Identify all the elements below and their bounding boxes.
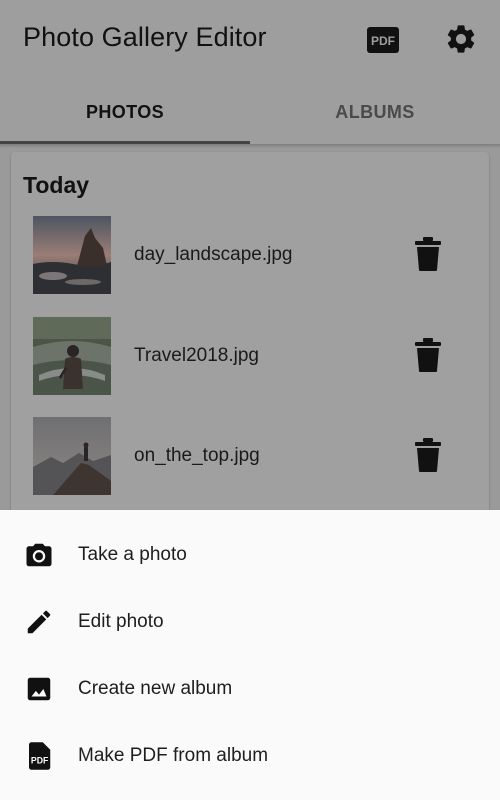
list-item[interactable]: on_the_top.jpg <box>11 417 489 497</box>
svg-text:PDF: PDF <box>31 756 49 766</box>
bottom-sheet: Take a photo Edit photo Create new album… <box>0 510 500 800</box>
image-album-icon <box>27 677 51 701</box>
settings-button[interactable] <box>444 22 478 56</box>
delete-button[interactable] <box>413 236 443 272</box>
sheet-item-label: Edit photo <box>78 611 164 632</box>
file-name: Travel2018.jpg <box>134 345 259 366</box>
app-title: Photo Gallery Editor <box>23 22 267 52</box>
svg-text:PDF: PDF <box>371 34 395 48</box>
section-title: Today <box>23 172 90 198</box>
photo-thumbnail <box>33 317 111 395</box>
photo-thumbnail <box>33 216 111 294</box>
tab-photos-label: PHOTOS <box>85 101 165 122</box>
tab-bar: PHOTOS ALBUMS <box>0 80 500 144</box>
tab-bar-shadow <box>0 144 500 148</box>
photo-list-card: Today day_landscape.jpg Travel2018.jpg o… <box>11 152 489 552</box>
trash-icon <box>415 338 441 372</box>
app-bar: Photo Gallery Editor PDF <box>0 0 500 80</box>
sheet-item-label: Make PDF from album <box>78 745 269 766</box>
pdf-action-button[interactable]: PDF <box>366 25 400 55</box>
delete-button[interactable] <box>413 437 443 473</box>
pdf-icon: PDF <box>367 27 399 53</box>
list-item[interactable]: Travel2018.jpg <box>11 317 489 397</box>
tab-albums[interactable]: ALBUMS <box>250 80 500 144</box>
photo-thumbnail <box>33 417 111 495</box>
sheet-item-create-album[interactable]: Create new album <box>0 656 500 722</box>
sheet-item-label: Take a photo <box>78 544 187 565</box>
tab-albums-label: ALBUMS <box>335 101 415 122</box>
sheet-item-edit-photo[interactable]: Edit photo <box>0 589 500 655</box>
delete-button[interactable] <box>413 337 443 373</box>
file-name: day_landscape.jpg <box>134 244 293 265</box>
file-name: on_the_top.jpg <box>134 445 260 466</box>
pencil-icon <box>27 610 51 634</box>
sheet-item-make-pdf[interactable]: PDF Make PDF from album <box>0 723 500 789</box>
camera-icon <box>26 543 52 567</box>
sheet-item-label: Create new album <box>78 678 233 699</box>
list-item[interactable]: day_landscape.jpg <box>11 216 489 296</box>
tab-photos[interactable]: PHOTOS <box>0 80 250 144</box>
sheet-item-take-photo[interactable]: Take a photo <box>0 522 500 588</box>
gear-icon <box>447 25 475 53</box>
trash-icon <box>415 438 441 472</box>
pdf-file-icon: PDF <box>29 742 51 770</box>
trash-icon <box>415 237 441 271</box>
